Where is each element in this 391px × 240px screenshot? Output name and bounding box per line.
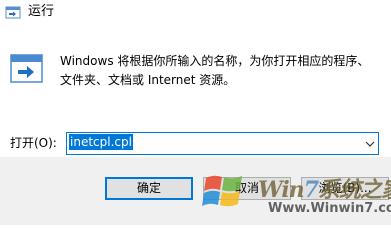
cancel-button[interactable]: 取消 [203,177,291,200]
open-label: 打开(O): [10,136,57,150]
chevron-down-icon[interactable] [361,133,378,154]
open-combobox[interactable]: inetcpl.cpl [66,132,379,155]
browse-button[interactable]: 浏览(B)... [301,177,389,200]
dialog-content: Windows 将根据你所输入的名称，为你打开相应的程序、 文件夹、文档或 In… [0,25,391,157]
description-line-1: Windows 将根据你所输入的名称，为你打开相应的程序、 [60,54,370,68]
button-bar: 确定 取消 浏览(B)... [0,157,391,225]
window-title: 运行 [28,4,55,19]
open-input[interactable]: inetcpl.cpl [67,133,135,154]
dialog-description: Windows 将根据你所输入的名称，为你打开相应的程序、 文件夹、文档或 In… [60,52,380,90]
run-icon [5,4,21,20]
ok-button[interactable]: 确定 [105,177,193,200]
title-bar: 运行 [0,0,391,25]
run-program-icon [10,53,43,84]
description-line-2: 文件夹、文档或 Internet 资源。 [60,73,236,87]
input-selected-text: inetcpl.cpl [69,134,133,150]
